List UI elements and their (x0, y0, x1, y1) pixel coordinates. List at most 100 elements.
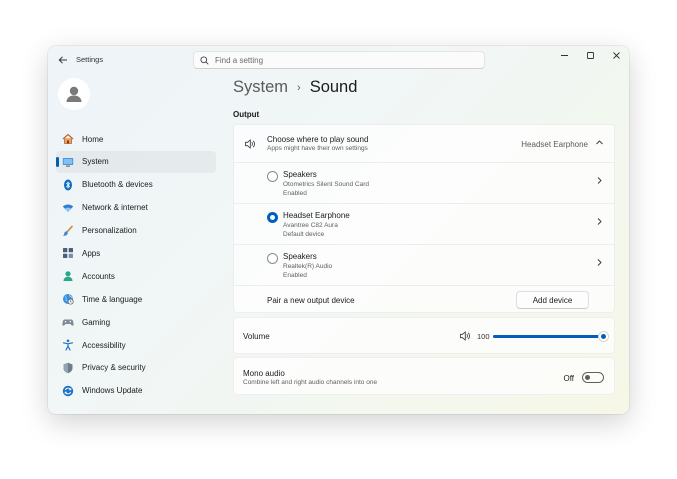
search-input[interactable] (215, 55, 465, 65)
sidebar-item-system[interactable]: System (56, 150, 216, 173)
output-title: Choose where to play sound (267, 135, 369, 144)
sidebar-item-label: Apps (82, 248, 101, 258)
output-subtitle: Apps might have their own settings (267, 145, 368, 152)
update-icon (62, 385, 74, 397)
device-status: Enabled (283, 190, 307, 197)
chevron-up-icon[interactable] (595, 138, 604, 149)
avatar[interactable] (58, 78, 90, 110)
pair-device-label: Pair a new output device (267, 296, 355, 305)
sidebar-item-privacy-security[interactable]: Privacy & security (56, 357, 216, 379)
system-icon (62, 156, 74, 168)
sidebar-item-home[interactable]: Home (56, 128, 216, 150)
speaker-volume-icon[interactable] (459, 330, 471, 342)
window-controls (551, 46, 629, 64)
user-icon (66, 86, 82, 102)
volume-slider-thumb[interactable] (598, 331, 609, 342)
output-device-row[interactable]: Speakers Realtek(R) Audio Enabled (234, 245, 614, 286)
sidebar-item-label: Privacy & security (82, 363, 146, 373)
device-text: Headset Earphone Avantree C82 Aura Defau… (283, 211, 350, 239)
sidebar-item-label: Windows Update (82, 386, 143, 396)
sidebar-item-personalization[interactable]: Personalization (56, 220, 216, 242)
chevron-right-icon[interactable] (595, 176, 604, 188)
sidebar-item-accounts[interactable]: Accounts (56, 265, 216, 287)
app-title: Settings (76, 55, 104, 64)
mono-audio-title: Mono audio (243, 369, 285, 378)
sidebar-item-label: System (82, 157, 109, 167)
output-device-selector[interactable]: Choose where to play sound Apps might ha… (234, 125, 614, 163)
selected-output-value: Headset Earphone (521, 140, 588, 149)
search-icon (200, 55, 209, 65)
back-arrow-icon (58, 56, 67, 64)
mono-audio-card: Mono audio Combine left and right audio … (233, 357, 615, 395)
sidebar-item-label: Personalization (82, 226, 137, 236)
chevron-right-icon: › (297, 81, 301, 94)
device-text: Speakers Otometrics Silent Sound Card En… (283, 170, 369, 198)
sidebar-item-label: Gaming (82, 317, 111, 327)
mono-audio-text: Mono audio Combine left and right audio … (243, 369, 377, 387)
chevron-right-icon[interactable] (595, 217, 604, 229)
device-name: Headset Earphone (283, 211, 350, 220)
title-bar: Settings (48, 46, 629, 74)
sidebar-item-windows-update[interactable]: Windows Update (56, 380, 216, 402)
mono-audio-toggle[interactable] (582, 372, 604, 383)
breadcrumb-parent[interactable]: System (233, 78, 288, 97)
apps-icon (62, 247, 74, 259)
sidebar-item-label: Time & language (82, 294, 143, 304)
sidebar-item-time-language[interactable]: Time & language (56, 288, 216, 310)
volume-slider[interactable] (493, 331, 609, 342)
mono-audio-state: Off (563, 374, 574, 383)
search-box[interactable] (193, 51, 485, 69)
sidebar-item-label: Network & internet (82, 203, 148, 213)
accessibility-icon (62, 339, 74, 351)
sidebar-nav: Home System Bluetooth & devices Network … (56, 128, 216, 403)
shield-icon (62, 362, 74, 374)
volume-card: Volume 100 (233, 317, 615, 354)
maximize-icon (586, 51, 594, 59)
globe-icon (62, 293, 74, 305)
close-button[interactable] (603, 46, 629, 64)
minimize-button[interactable] (551, 46, 577, 64)
section-output-label: Output (233, 110, 260, 119)
sidebar-item-label: Accessibility (82, 340, 126, 350)
volume-label: Volume (243, 332, 270, 341)
sidebar-item-bluetooth[interactable]: Bluetooth & devices (56, 174, 216, 196)
device-name: Speakers (283, 170, 317, 179)
device-name: Speakers (283, 252, 317, 261)
breadcrumb: System › Sound (233, 78, 357, 97)
pair-device-row: Pair a new output device Add device (234, 286, 614, 314)
settings-window: Settings Home System Bluetooth & devices (48, 46, 629, 414)
device-detail: Otometrics Silent Sound Card (283, 181, 369, 188)
device-detail: Realtek(R) Audio (283, 263, 333, 270)
output-device-row[interactable]: Speakers Otometrics Silent Sound Card En… (234, 163, 614, 204)
device-radio-selected[interactable] (267, 212, 278, 223)
output-card: Choose where to play sound Apps might ha… (233, 124, 615, 313)
volume-value: 100 (477, 332, 490, 341)
maximize-button[interactable] (577, 46, 603, 64)
sidebar-item-label: Accounts (82, 271, 115, 281)
minimize-icon (560, 54, 568, 56)
sidebar-item-apps[interactable]: Apps (56, 242, 216, 264)
brush-icon (62, 225, 74, 237)
back-button[interactable] (55, 52, 71, 68)
add-device-button[interactable]: Add device (516, 291, 589, 309)
device-radio[interactable] (267, 171, 278, 182)
device-detail: Avantree C82 Aura (283, 222, 338, 229)
sidebar-item-label: Bluetooth & devices (82, 180, 153, 190)
wifi-icon (62, 202, 74, 214)
mono-audio-subtitle: Combine left and right audio channels in… (243, 379, 378, 386)
bluetooth-icon (62, 179, 74, 191)
sidebar-item-network[interactable]: Network & internet (56, 197, 216, 219)
output-header-text: Choose where to play sound Apps might ha… (267, 135, 368, 153)
device-text: Speakers Realtek(R) Audio Enabled (283, 252, 332, 280)
sidebar-item-accessibility[interactable]: Accessibility (56, 334, 216, 356)
gamepad-icon (62, 316, 74, 328)
accounts-icon (62, 270, 74, 282)
device-status: Enabled (283, 272, 307, 279)
device-status: Default device (283, 231, 325, 238)
speaker-icon (245, 139, 255, 149)
device-radio[interactable] (267, 253, 278, 264)
sidebar-item-gaming[interactable]: Gaming (56, 311, 216, 333)
chevron-right-icon[interactable] (595, 258, 604, 270)
output-device-row[interactable]: Headset Earphone Avantree C82 Aura Defau… (234, 204, 614, 245)
sidebar-item-label: Home (82, 134, 104, 144)
